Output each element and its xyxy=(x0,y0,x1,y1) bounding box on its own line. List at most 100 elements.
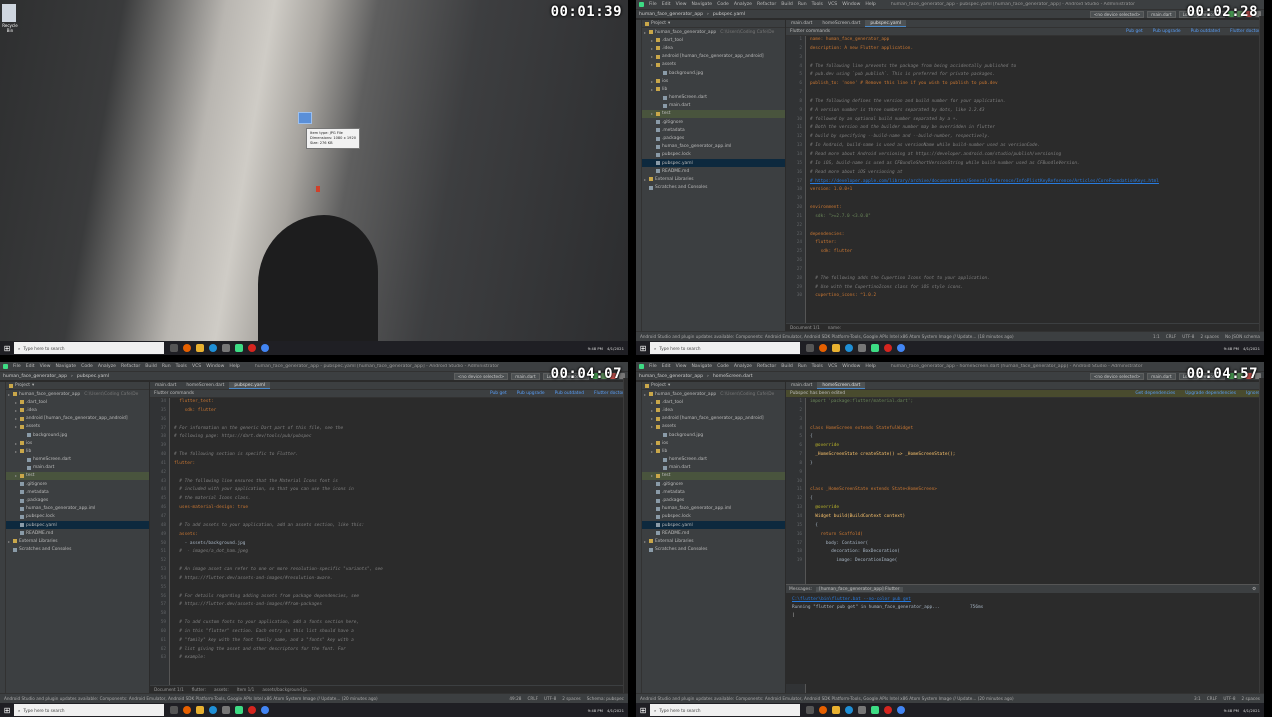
edge-icon[interactable] xyxy=(845,706,853,714)
action-link[interactable]: Pub upgrade xyxy=(1153,29,1181,34)
menu-item-code[interactable]: Code xyxy=(717,2,729,7)
device-selector[interactable]: <no device selected> xyxy=(1089,10,1145,18)
tree-folder[interactable]: ▸ External Libraries xyxy=(6,537,149,545)
menu-item-build[interactable]: Build xyxy=(145,364,157,369)
menu-item-view[interactable]: View xyxy=(676,2,687,7)
run-config-selector[interactable]: main.dart xyxy=(1147,372,1176,380)
breadcrumb-item[interactable]: Item 1/1 xyxy=(237,687,255,692)
edge-icon[interactable] xyxy=(845,344,853,352)
chrome-icon[interactable] xyxy=(261,706,269,714)
status-item[interactable]: CRLF xyxy=(1166,334,1177,339)
action-link[interactable]: Pub outdated xyxy=(555,391,584,396)
action-link[interactable]: Upgrade dependencies xyxy=(1185,391,1236,396)
status-message[interactable]: Android Studio and plugin updates availa… xyxy=(640,696,1014,701)
status-item[interactable]: CRLF xyxy=(527,696,538,701)
breadcrumb-item[interactable]: Document 1/1 xyxy=(790,325,820,330)
tree-file[interactable]: background.jpg xyxy=(6,431,149,439)
console-command[interactable]: C:\flutter\bin\flutter.bat --no-color pu… xyxy=(792,596,1258,604)
menu-item-help[interactable]: Help xyxy=(865,364,875,369)
tree-file[interactable]: homeScreen.dart xyxy=(642,456,785,464)
android-studio-icon[interactable] xyxy=(871,706,879,714)
tree-folder[interactable]: ▸ lib xyxy=(642,447,785,455)
tree-file[interactable]: .packages xyxy=(642,496,785,504)
settings-icon[interactable] xyxy=(222,706,230,714)
tree-file[interactable]: .gitignore xyxy=(6,480,149,488)
menu-item-vcs[interactable]: VCS xyxy=(828,364,837,369)
status-item[interactable]: UTF-8 xyxy=(1182,334,1194,339)
tree-file[interactable]: README.md xyxy=(6,529,149,537)
tree-file[interactable]: main.dart xyxy=(642,102,785,110)
opera-icon[interactable] xyxy=(884,706,892,714)
menu-item-vcs[interactable]: VCS xyxy=(828,2,837,7)
firefox-icon[interactable] xyxy=(183,706,191,714)
android-studio-icon[interactable] xyxy=(235,344,243,352)
tree-folder[interactable]: ▸ test xyxy=(642,109,785,119)
recycle-bin-icon[interactable] xyxy=(2,4,16,22)
android-studio-icon[interactable] xyxy=(235,706,243,714)
menu-item-navigate[interactable]: Navigate xyxy=(692,2,713,7)
status-message[interactable]: Android Studio and plugin updates availa… xyxy=(640,334,1014,339)
status-item[interactable]: 2 spaces xyxy=(1200,334,1218,339)
tree-file[interactable]: .gitignore xyxy=(642,480,785,488)
editor-tab[interactable]: homeScreen.dart xyxy=(181,382,229,389)
device-selector[interactable]: <no device selected> xyxy=(1089,372,1145,380)
tray-date[interactable]: 4/1/2021 xyxy=(607,708,624,713)
tray-clock[interactable]: 9:48 PM xyxy=(588,346,603,351)
breadcrumb-item[interactable]: flutter: xyxy=(192,687,206,692)
breadcrumb-file[interactable]: homeScreen.dart xyxy=(713,374,753,379)
tree-file[interactable]: human_face_generator_app.iml xyxy=(6,505,149,513)
taskbar-search[interactable]: ⌕ Type here to search xyxy=(14,342,164,354)
status-message[interactable]: Android Studio and plugin updates availa… xyxy=(4,696,378,701)
breadcrumb-item[interactable]: assets/background.jp... xyxy=(262,687,311,692)
menu-item-code[interactable]: Code xyxy=(717,364,729,369)
tree-file[interactable]: pubspec.lock xyxy=(642,513,785,521)
messages-tab[interactable]: [human_face_generator_app] Flutter xyxy=(816,586,903,592)
code-area[interactable]: 34 35 36 37 38 39 40 41 42 43 44 45 46 47 48 49 50 51 52 53… xyxy=(150,398,628,693)
windows-start-icon[interactable]: ⊞ xyxy=(636,703,650,717)
console-output[interactable]: C:\flutter\bin\flutter.bat --no-color pu… xyxy=(786,593,1264,623)
tree-file[interactable]: .metadata xyxy=(642,126,785,134)
tree-file[interactable]: main.dart xyxy=(642,464,785,472)
menu-item-run[interactable]: Run xyxy=(798,364,807,369)
tree-folder[interactable]: ▸ human_face_generator_app C:\Users\Coding… xyxy=(642,28,785,36)
tree-file[interactable]: .gitignore xyxy=(642,118,785,126)
taskbar-search[interactable]: ⌕ Type here to search xyxy=(650,704,800,716)
menu-item-build[interactable]: Build xyxy=(781,2,793,7)
windows-start-icon[interactable]: ⊞ xyxy=(0,703,14,717)
tree-folder[interactable]: ▸ .idea xyxy=(6,406,149,414)
tree-folder[interactable]: ▸ human_face_generator_app C:\Users\Coding… xyxy=(6,390,149,398)
settings-icon[interactable] xyxy=(858,706,866,714)
menu-item-refactor[interactable]: Refactor xyxy=(757,2,776,7)
tree-file[interactable]: pubspec.yaml xyxy=(6,521,149,530)
menu-item-edit[interactable]: Edit xyxy=(662,2,671,7)
code-area[interactable]: 1 2 3 4 5 6 7 8 9 10 11 12 13 14 15 16 17 18 19 20 21 22 23 24 2… xyxy=(786,36,1264,331)
editor-scrollbar[interactable] xyxy=(1259,16,1264,341)
breadcrumb-file[interactable]: pubspec.yaml xyxy=(713,12,745,17)
menu-item-analyze[interactable]: Analyze xyxy=(734,364,752,369)
dragged-image-icon[interactable] xyxy=(298,112,312,124)
settings-icon[interactable] xyxy=(858,344,866,352)
menu-item-build[interactable]: Build xyxy=(781,364,793,369)
tree-folder[interactable]: ▸ ios xyxy=(6,439,149,447)
menu-item-view[interactable]: View xyxy=(40,364,51,369)
action-link[interactable]: Get dependencies xyxy=(1135,391,1175,396)
menu-item-view[interactable]: View xyxy=(676,364,687,369)
menu-item-tools[interactable]: Tools xyxy=(812,2,823,7)
tray-date[interactable]: 4/1/2021 xyxy=(1243,708,1260,713)
menu-item-file[interactable]: File xyxy=(649,364,657,369)
tree-folder[interactable]: ▸ test xyxy=(642,471,785,481)
breadcrumb-item[interactable]: name: xyxy=(828,325,841,330)
tree-file[interactable]: human_face_generator_app.iml xyxy=(642,143,785,151)
explorer-icon[interactable] xyxy=(196,706,204,714)
opera-icon[interactable] xyxy=(884,344,892,352)
tree-file[interactable]: .metadata xyxy=(6,488,149,496)
tree-file[interactable]: pubspec.yaml xyxy=(642,521,785,530)
status-item[interactable]: 2 spaces xyxy=(1242,696,1260,701)
tree-file[interactable]: .packages xyxy=(6,496,149,504)
editor-tab[interactable]: main.dart xyxy=(786,20,817,27)
tree-folder[interactable]: ▸ ios xyxy=(642,77,785,85)
tree-file[interactable]: pubspec.yaml xyxy=(642,159,785,168)
firefox-icon[interactable] xyxy=(819,706,827,714)
breadcrumb-file[interactable]: pubspec.yaml xyxy=(77,374,109,379)
menu-item-edit[interactable]: Edit xyxy=(662,364,671,369)
